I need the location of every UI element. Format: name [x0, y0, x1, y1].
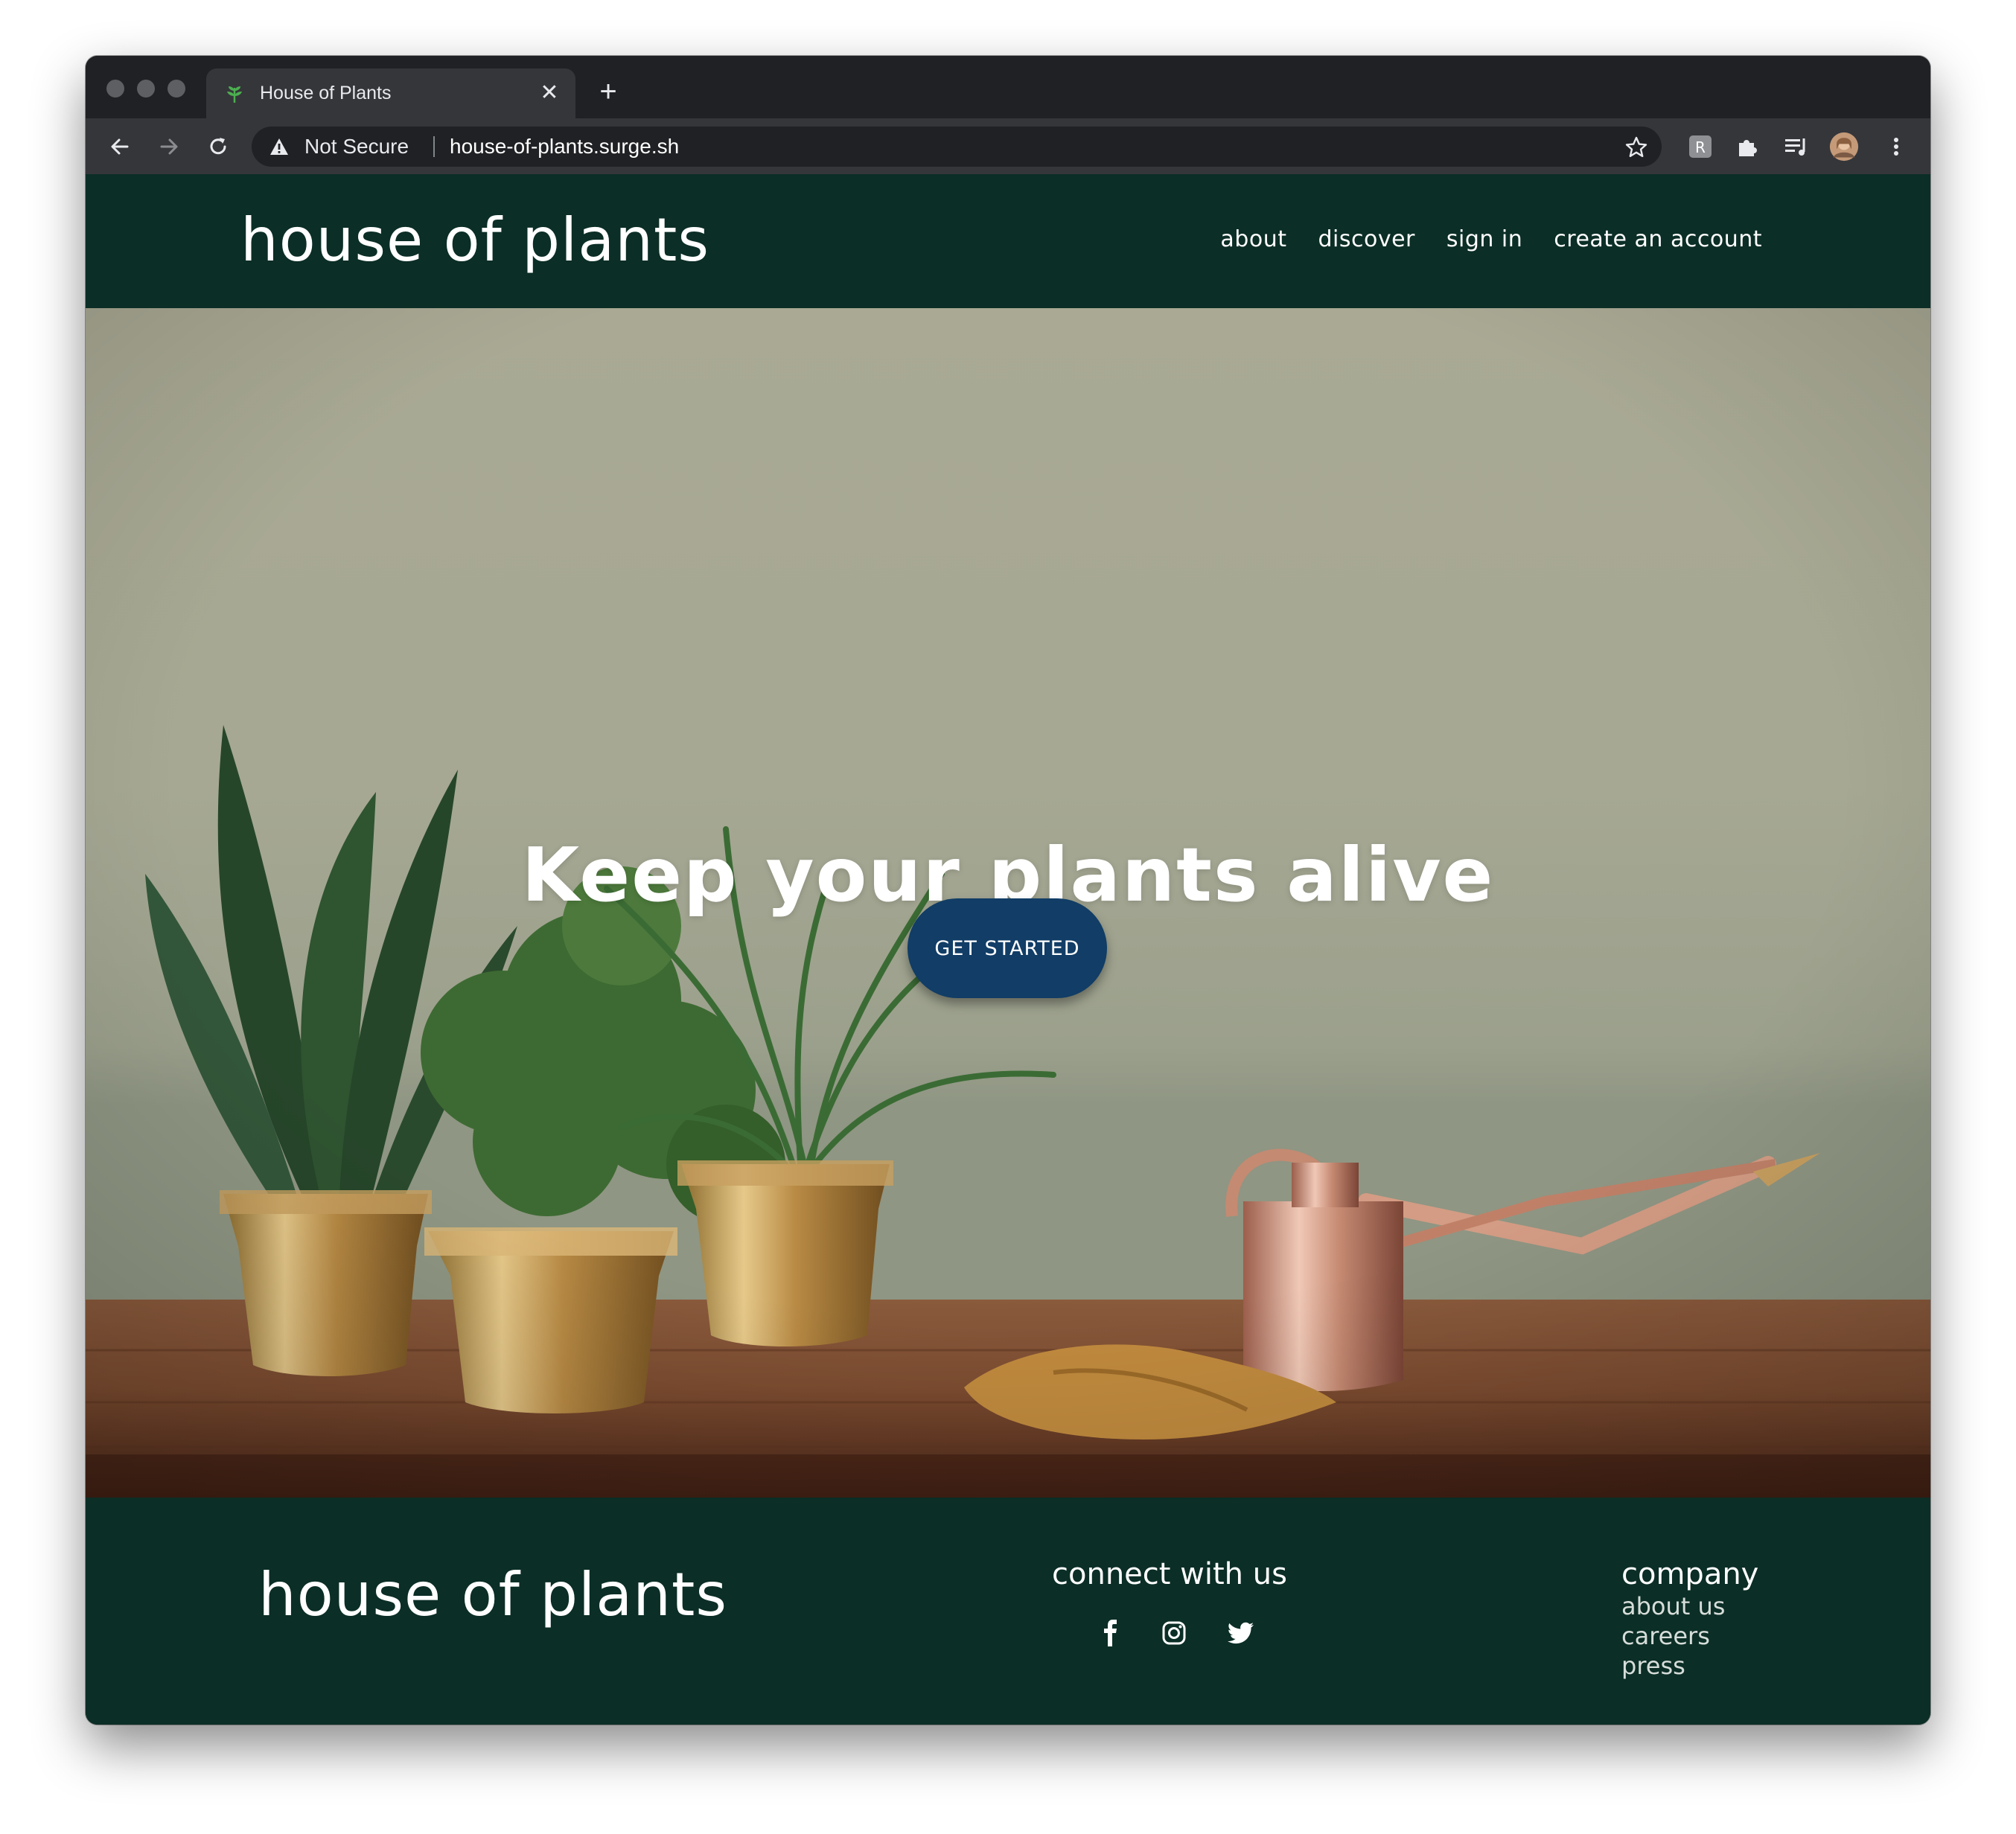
media-queue-icon[interactable]: [1781, 132, 1811, 162]
svg-text:R: R: [1695, 138, 1706, 156]
extension-badge-icon[interactable]: R: [1685, 132, 1715, 162]
url-text[interactable]: house-of-plants.surge.sh: [450, 135, 679, 158]
new-tab-icon[interactable]: +: [595, 77, 622, 106]
footer-link-press[interactable]: press: [1621, 1651, 1685, 1681]
warning-icon: [270, 138, 288, 155]
site-footer: house of plants connect with us company …: [86, 1498, 1930, 1725]
nav-about[interactable]: about: [1220, 226, 1286, 253]
bookmark-star-icon[interactable]: [1624, 135, 1648, 159]
browser-tab[interactable]: House of Plants ✕: [206, 68, 575, 118]
security-label[interactable]: Not Secure: [304, 135, 409, 158]
reload-icon[interactable]: [203, 132, 233, 162]
tab-title: House of Plants: [260, 83, 392, 103]
connect-heading: connect with us: [1052, 1557, 1287, 1591]
back-arrow-icon[interactable]: [105, 132, 135, 162]
twitter-icon[interactable]: [1226, 1618, 1256, 1648]
browser-toolbar: Not Secure house-of-plants.surge.sh R: [86, 118, 1930, 174]
footer-logo[interactable]: house of plants: [258, 1562, 727, 1629]
nav-discover[interactable]: discover: [1318, 226, 1414, 253]
hero-section: Keep your plants alive GET STARTED: [86, 308, 1930, 1498]
more-menu-icon[interactable]: [1881, 132, 1911, 162]
tab-close-icon[interactable]: ✕: [538, 82, 561, 104]
forward-arrow-icon[interactable]: [154, 132, 184, 162]
browser-window: House of Plants ✕ + Not Secure house-of-…: [86, 56, 1930, 1725]
site-logo[interactable]: house of plants: [240, 207, 709, 274]
instagram-icon[interactable]: [1159, 1618, 1189, 1648]
footer-link-about-us[interactable]: about us: [1621, 1591, 1725, 1621]
profile-avatar[interactable]: [1829, 132, 1859, 162]
facebook-icon[interactable]: [1096, 1618, 1126, 1648]
main-nav: about discover sign in create an account: [1220, 226, 1762, 253]
nav-sign-in[interactable]: sign in: [1446, 226, 1522, 253]
company-heading: company: [1621, 1557, 1759, 1591]
minimize-window-button[interactable]: [137, 80, 155, 98]
close-window-button[interactable]: [106, 80, 124, 98]
site-header: house of plants about discover sign in c…: [86, 174, 1930, 308]
omnibox-divider: [433, 136, 435, 157]
get-started-button[interactable]: GET STARTED: [907, 898, 1107, 998]
maximize-window-button[interactable]: [168, 80, 185, 98]
extensions-puzzle-icon[interactable]: [1733, 132, 1763, 162]
address-bar[interactable]: Not Secure house-of-plants.surge.sh: [252, 127, 1662, 167]
footer-link-careers[interactable]: careers: [1621, 1621, 1710, 1651]
nav-create-account[interactable]: create an account: [1554, 226, 1762, 253]
tab-strip: House of Plants ✕ +: [86, 56, 1930, 118]
plant-favicon-icon: [227, 86, 242, 103]
